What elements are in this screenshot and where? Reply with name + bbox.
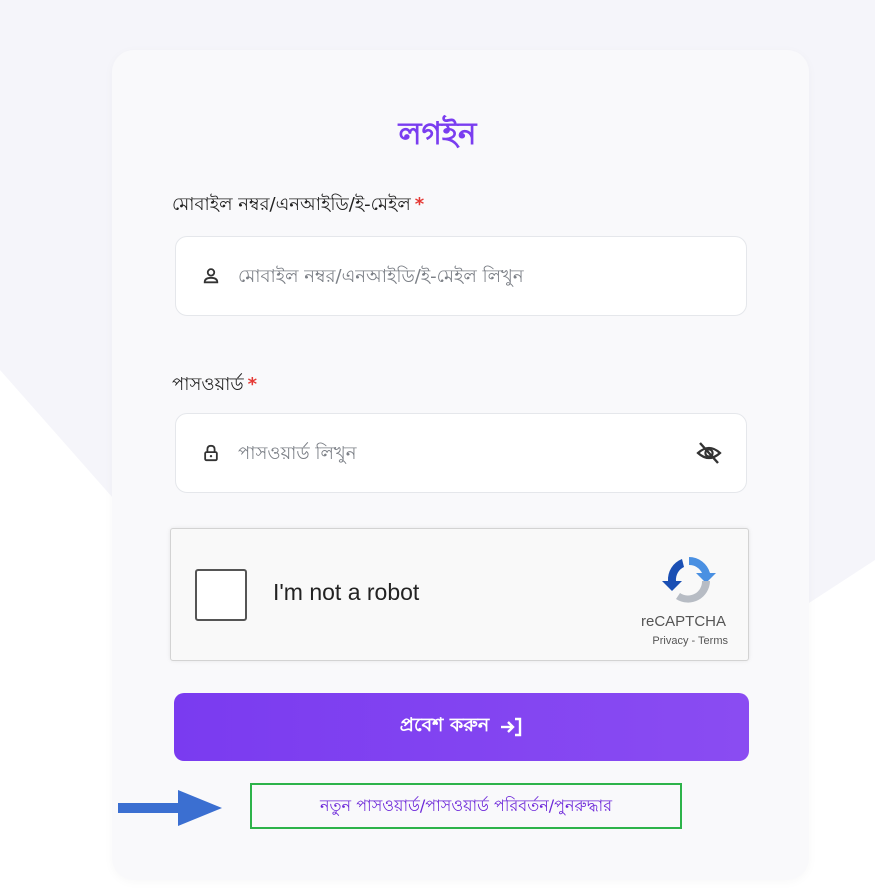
recaptcha-link-separator: -: [688, 635, 699, 647]
identifier-label: মোবাইল নম্বর/এনআইডি/ই-মেইল *: [172, 190, 424, 221]
recaptcha-links: Privacy - Terms: [652, 635, 728, 647]
recaptcha-privacy-link[interactable]: Privacy: [652, 635, 688, 647]
user-icon: [203, 268, 219, 284]
identifier-field[interactable]: [175, 236, 747, 316]
required-marker: *: [247, 374, 258, 395]
identifier-label-text: মোবাইল নম্বর/এনআইডি/ই-মেইল: [172, 194, 411, 215]
recaptcha-widget: I'm not a robot reCAPTCHA Privacy - Term…: [170, 528, 749, 661]
annotation-highlight-box: নতুন পাসওয়ার্ড/পাসওয়ার্ড পরিবর্তন/পুনর…: [250, 783, 682, 829]
password-label: পাসওয়ার্ড *: [172, 370, 257, 401]
password-reset-link[interactable]: নতুন পাসওয়ার্ড/পাসওয়ার্ড পরিবর্তন/পুনর…: [320, 793, 612, 820]
login-arrow-icon: [501, 717, 522, 737]
recaptcha-terms-link[interactable]: Terms: [698, 635, 728, 647]
password-label-text: পাসওয়ার্ড: [172, 374, 244, 395]
recaptcha-checkbox[interactable]: [195, 569, 247, 621]
eye-slash-icon[interactable]: [696, 440, 722, 466]
recaptcha-brand: reCAPTCHA: [640, 613, 726, 630]
recaptcha-logo-icon: [662, 557, 716, 603]
login-button[interactable]: প্রবেশ করুন: [174, 693, 749, 761]
required-marker: *: [414, 194, 425, 215]
identifier-input[interactable]: [238, 237, 698, 315]
annotation-arrow-icon: [118, 790, 222, 826]
recaptcha-label: I'm not a robot: [273, 579, 420, 605]
login-button-label: প্রবেশ করুন: [399, 714, 490, 736]
password-input[interactable]: [238, 414, 698, 492]
page-title: লগইন: [398, 116, 477, 152]
password-field[interactable]: [175, 413, 747, 493]
lock-icon: [204, 444, 218, 462]
